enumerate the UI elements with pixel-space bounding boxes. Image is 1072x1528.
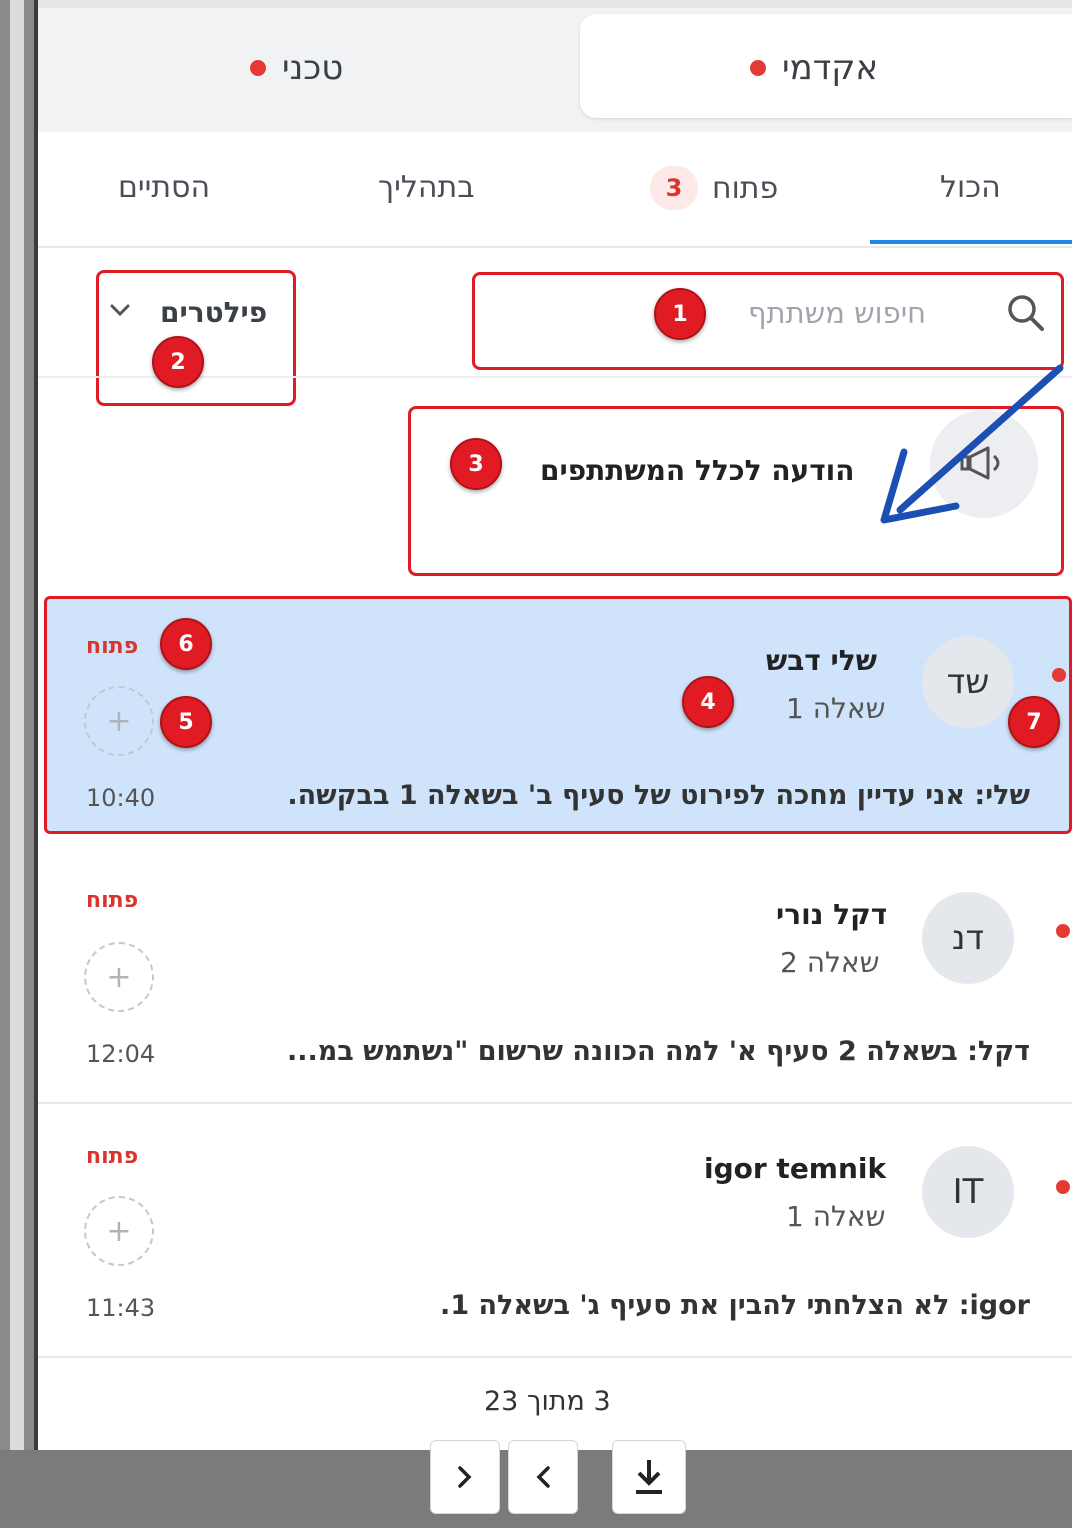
- tab-academic-label[interactable]: אקדמי: [750, 48, 878, 88]
- status-open: פתוח: [86, 634, 139, 659]
- annotation-badge-5: 5: [160, 696, 212, 748]
- unread-dot: [1056, 1180, 1070, 1194]
- participant-name: דקל נורי: [776, 898, 888, 931]
- avatar: שד: [922, 636, 1014, 728]
- download-icon: [636, 1460, 662, 1494]
- participant-name: שלי דבש: [766, 644, 877, 677]
- window-left-scrollbar: [10, 0, 24, 1450]
- last-message: שלי: אני עדיין מחכה לפירוט של סעיף ב' בש…: [287, 780, 1030, 811]
- tab-all[interactable]: הכול: [940, 170, 1001, 205]
- announcement-label[interactable]: הודעה לכלל המשתתפים: [540, 454, 855, 487]
- message-time: 10:40: [86, 784, 156, 812]
- status-tabs-divider: [38, 246, 1072, 248]
- pagination-text: 3 מתוך 23: [484, 1386, 611, 1417]
- annotation-badge-1: 1: [654, 288, 706, 340]
- chevron-left-icon: [536, 1466, 550, 1488]
- filters-box: [96, 270, 296, 406]
- plus-icon: +: [106, 1213, 132, 1249]
- assign-plus-button[interactable]: +: [84, 1196, 154, 1266]
- annotation-badge-4: 4: [682, 676, 734, 728]
- tab-done-label: הסתיים: [118, 170, 211, 205]
- open-count-badge: 3: [650, 166, 698, 210]
- message-time: 11:43: [86, 1294, 156, 1322]
- tab-done[interactable]: הסתיים: [118, 170, 210, 205]
- plus-icon: +: [106, 703, 132, 739]
- status-open: פתוח: [86, 1144, 139, 1169]
- question-label: שאלה 2: [780, 946, 880, 979]
- tab-academic-dot: [750, 60, 766, 76]
- download-button[interactable]: [612, 1440, 686, 1514]
- annotation-badge-6: 6: [160, 618, 212, 670]
- annotation-badge-3: 3: [450, 438, 502, 490]
- last-message: igor: לא הצלחתי להבין את סעיף ג' בשאלה 1…: [440, 1290, 1030, 1321]
- search-icon: [1004, 292, 1046, 338]
- tab-in-progress[interactable]: בתהליך: [378, 170, 475, 205]
- message-time: 12:04: [86, 1040, 156, 1068]
- window-top-edge: [0, 0, 1072, 8]
- unread-dot: [1052, 668, 1066, 682]
- search-input[interactable]: חיפוש משתתף: [748, 296, 926, 330]
- tab-all-label: הכול: [940, 170, 1001, 205]
- row-divider: [38, 1102, 1072, 1104]
- tab-academic-text: אקדמי: [782, 48, 879, 88]
- tab-technical-text: טכני: [282, 48, 344, 88]
- annotation-badge-2: 2: [152, 336, 204, 388]
- chevron-down-icon: [108, 300, 132, 324]
- question-label: שאלה 1: [786, 692, 886, 725]
- filters-dropdown[interactable]: פילטרים: [160, 296, 267, 329]
- tab-technical-dot: [250, 60, 266, 76]
- avatar: דנ: [922, 892, 1014, 984]
- assign-plus-button[interactable]: +: [84, 686, 154, 756]
- tab-technical[interactable]: טכני: [250, 48, 343, 88]
- tab-open[interactable]: פתוח 3: [650, 166, 778, 210]
- prev-page-button[interactable]: [508, 1440, 578, 1514]
- plus-icon: +: [106, 959, 132, 995]
- chevron-right-icon: [458, 1466, 472, 1488]
- tab-open-label: פתוח: [712, 170, 779, 206]
- last-message: דקל: בשאלה 2 סעיף א' למה הכוונה שרשום "נ…: [286, 1036, 1030, 1067]
- next-page-button[interactable]: [430, 1440, 500, 1514]
- unread-dot: [1056, 924, 1070, 938]
- question-label: שאלה 1: [786, 1200, 886, 1233]
- tab-in-progress-label: בתהליך: [378, 170, 475, 205]
- annotation-badge-7: 7: [1008, 696, 1060, 748]
- status-open: פתוח: [86, 888, 139, 913]
- participant-name: igor temnik: [704, 1152, 887, 1185]
- annotation-arrow: [880, 364, 1064, 524]
- active-tab-underline: [870, 240, 1072, 244]
- avatar: IT: [922, 1146, 1014, 1238]
- row-divider: [38, 1356, 1072, 1358]
- assign-plus-button[interactable]: +: [84, 942, 154, 1012]
